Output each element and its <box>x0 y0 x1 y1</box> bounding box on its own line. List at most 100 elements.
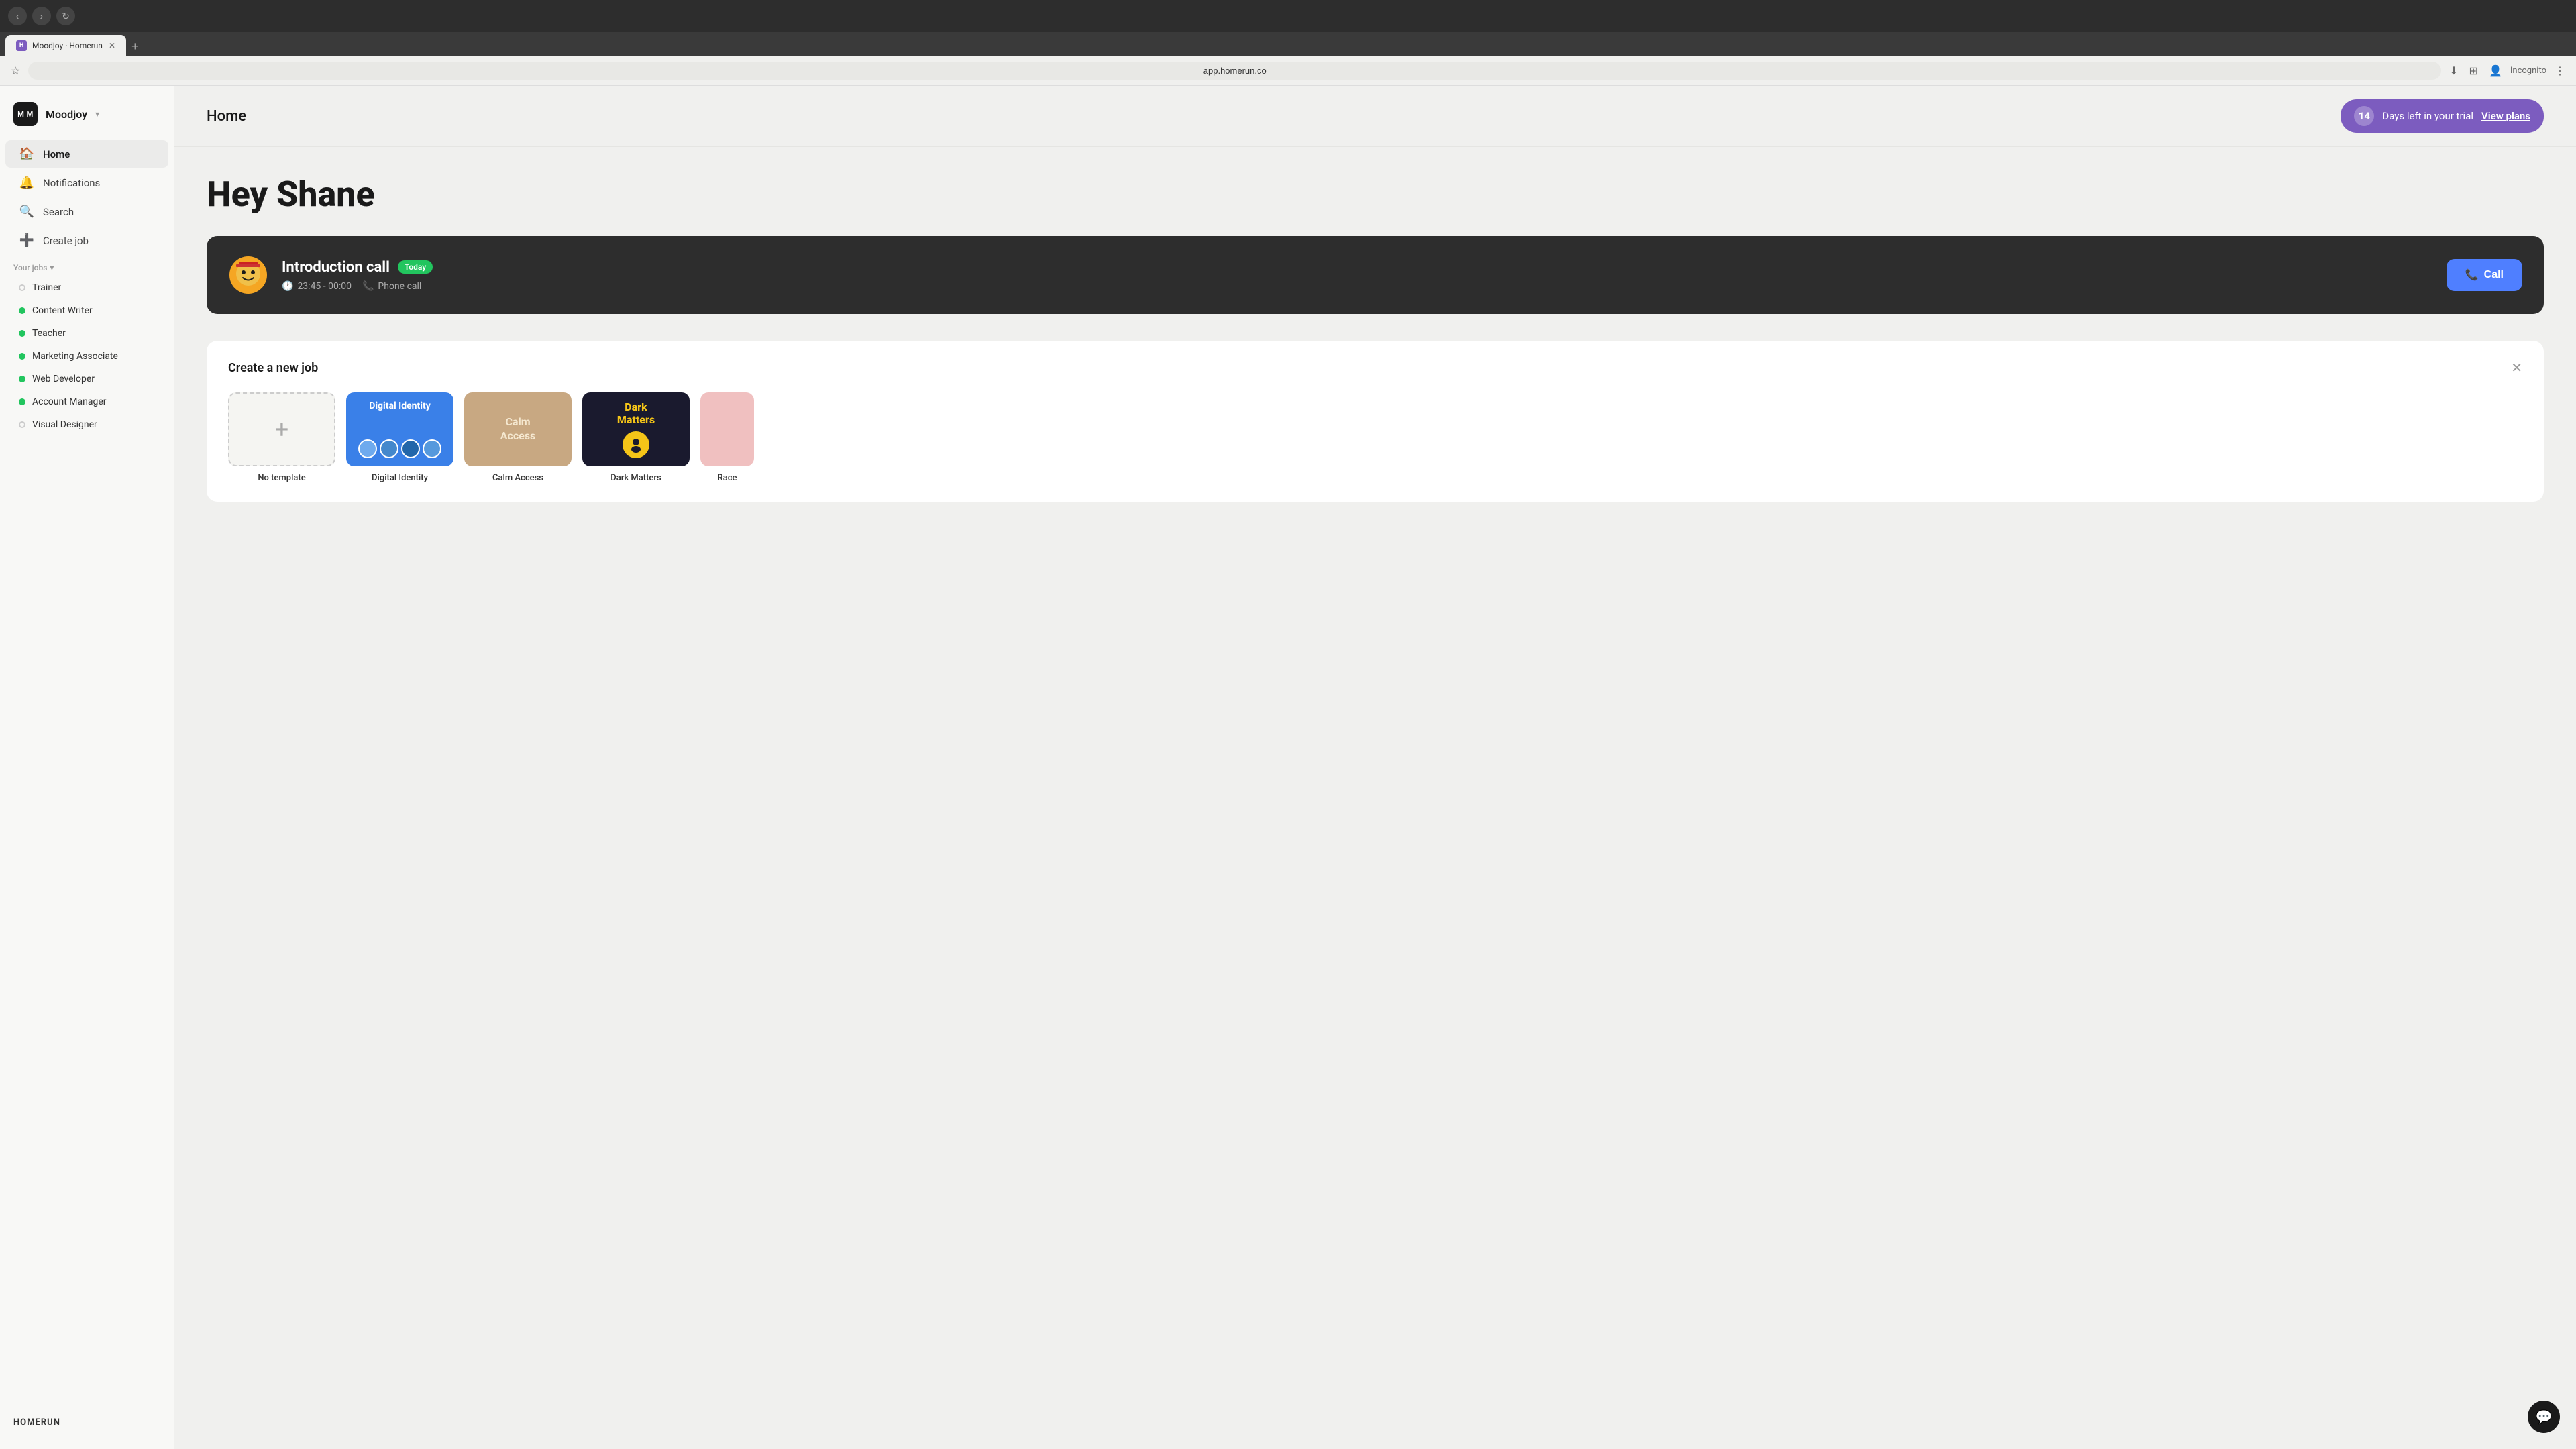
chevron-down-icon: ▾ <box>50 263 54 272</box>
phone-icon: 📞 <box>362 281 374 292</box>
job-dot <box>19 398 25 405</box>
template-card-race[interactable]: Race <box>700 392 754 483</box>
interview-card: Introduction call Today 🕐 23:45 - 00:00 … <box>207 236 2544 314</box>
bell-icon: 🔔 <box>19 176 35 190</box>
job-dot <box>19 307 25 314</box>
dark-matters-content: DarkMatters <box>582 392 690 466</box>
job-dot <box>19 284 25 291</box>
avatar: M M <box>13 102 38 126</box>
profile-icon[interactable]: 👤 <box>2486 62 2505 80</box>
create-job-title: Create a new job <box>228 361 318 375</box>
digital-identity-content: Digital Identity <box>346 392 453 466</box>
template-card-calm-access[interactable]: CalmAccess Calm Access <box>464 392 572 483</box>
sidebar-brand[interactable]: M M Moodjoy ▾ <box>0 97 174 140</box>
chevron-down-icon: ▾ <box>95 109 99 119</box>
download-icon[interactable]: ⬇ <box>2447 62 2461 80</box>
main-body: Hey Shane <box>174 147 2576 529</box>
template-card-dark-matters[interactable]: DarkMatters Dark Matters <box>582 392 690 483</box>
dm-figure <box>623 431 649 458</box>
forward-button[interactable]: › <box>32 7 51 25</box>
bookmark-icon[interactable]: ☆ <box>8 62 23 80</box>
plus-icon: ➕ <box>19 233 35 248</box>
back-button[interactable]: ‹ <box>8 7 27 25</box>
greeting-text: Hey Shane <box>207 174 2544 215</box>
sidebar-item-label: Home <box>43 148 70 160</box>
sidebar-item-notifications[interactable]: 🔔 Notifications <box>5 169 168 197</box>
tab-favicon: H <box>16 40 27 51</box>
sidebar-item-label: Create job <box>43 235 89 247</box>
template-thumb-digital-identity: Digital Identity <box>346 392 453 466</box>
homerun-logo: HOMERUN <box>13 1417 160 1428</box>
template-thumb-race <box>700 392 754 466</box>
menu-icon[interactable]: ⋮ <box>2552 62 2568 80</box>
create-job-header: Create a new job ✕ <box>228 360 2522 376</box>
job-templates-grid: + No template Digital Identity <box>228 392 2522 483</box>
app-layout: M M Moodjoy ▾ 🏠 Home 🔔 Notifications 🔍 S… <box>0 86 2576 1449</box>
reload-button[interactable]: ↻ <box>56 7 75 25</box>
job-item-account-manager[interactable]: Account Manager <box>5 391 168 413</box>
job-item-trainer[interactable]: Trainer <box>5 277 168 299</box>
trial-days-count: 14 <box>2354 106 2374 126</box>
interview-time: 🕐 23:45 - 00:00 <box>282 281 352 292</box>
job-item-visual-designer[interactable]: Visual Designer <box>5 414 168 435</box>
template-card-digital-identity[interactable]: Digital Identity Digital Identity <box>346 392 453 483</box>
sidebar-item-label: Notifications <box>43 177 100 189</box>
chat-bubble-button[interactable]: 💬 <box>2528 1401 2560 1433</box>
main-header: Home 14 Days left in your trial View pla… <box>174 86 2576 147</box>
clock-icon: 🕐 <box>282 281 293 292</box>
tab-close-button[interactable]: ✕ <box>109 41 115 50</box>
active-tab[interactable]: H Moodjoy · Homerun ✕ <box>5 35 126 56</box>
phone-call-icon: 📞 <box>2465 268 2479 282</box>
interview-title: Introduction call <box>282 259 390 276</box>
browser-chrome: ‹ › ↻ <box>0 0 2576 32</box>
template-label: Race <box>700 473 754 483</box>
job-item-web-developer[interactable]: Web Developer <box>5 368 168 390</box>
tab-title: Moodjoy · Homerun <box>32 41 103 50</box>
interview-title-row: Introduction call Today <box>282 259 2433 276</box>
address-bar[interactable] <box>28 62 2441 80</box>
job-dot <box>19 421 25 428</box>
job-item-marketing-associate[interactable]: Marketing Associate <box>5 345 168 367</box>
calm-access-content: CalmAccess <box>464 392 572 466</box>
trial-badge: 14 Days left in your trial View plans <box>2341 99 2544 133</box>
di-faces <box>354 439 445 458</box>
sidebar-item-home[interactable]: 🏠 Home <box>5 140 168 168</box>
close-create-job-button[interactable]: ✕ <box>2511 360 2522 376</box>
plus-icon: + <box>275 415 288 443</box>
job-item-teacher[interactable]: Teacher <box>5 323 168 344</box>
interview-info: Introduction call Today 🕐 23:45 - 00:00 … <box>282 259 2433 292</box>
extensions-icon[interactable]: ⊞ <box>2467 62 2481 80</box>
template-thumb-empty: + <box>228 392 335 466</box>
template-label: No template <box>228 473 335 483</box>
interview-avatar <box>228 255 268 295</box>
incognito-label: Incognito <box>2510 66 2546 76</box>
main-content: Home 14 Days left in your trial View pla… <box>174 86 2576 1449</box>
job-item-content-writer[interactable]: Content Writer <box>5 300 168 321</box>
dm-title: DarkMatters <box>617 400 655 426</box>
brand-name: Moodjoy <box>46 108 87 121</box>
new-tab-button[interactable]: + <box>126 37 144 56</box>
view-plans-link[interactable]: View plans <box>2481 110 2530 122</box>
call-button[interactable]: 📞 Call <box>2447 259 2522 291</box>
sidebar-item-create-job[interactable]: ➕ Create job <box>5 227 168 254</box>
template-label: Calm Access <box>464 473 572 483</box>
interview-meta: 🕐 23:45 - 00:00 📞 Phone call <box>282 281 2433 292</box>
sidebar-item-label: Search <box>43 206 74 218</box>
home-icon: 🏠 <box>19 147 35 161</box>
di-title: Digital Identity <box>354 400 445 411</box>
template-card-no-template[interactable]: + No template <box>228 392 335 483</box>
your-jobs-section[interactable]: Your jobs ▾ <box>0 255 174 276</box>
template-thumb-dark-matters: DarkMatters <box>582 392 690 466</box>
job-dot <box>19 353 25 360</box>
address-bar-row: ☆ ⬇ ⊞ 👤 Incognito ⋮ <box>0 56 2576 86</box>
search-icon: 🔍 <box>19 205 35 219</box>
sidebar-footer: HOMERUN <box>0 1407 174 1438</box>
sidebar-item-search[interactable]: 🔍 Search <box>5 198 168 225</box>
tab-bar: H Moodjoy · Homerun ✕ + <box>0 32 2576 56</box>
trial-text: Days left in your trial <box>2382 110 2473 122</box>
sidebar: M M Moodjoy ▾ 🏠 Home 🔔 Notifications 🔍 S… <box>0 86 174 1449</box>
template-label: Dark Matters <box>582 473 690 483</box>
ca-title: CalmAccess <box>500 415 536 443</box>
today-badge: Today <box>398 260 433 274</box>
template-label: Digital Identity <box>346 473 453 483</box>
